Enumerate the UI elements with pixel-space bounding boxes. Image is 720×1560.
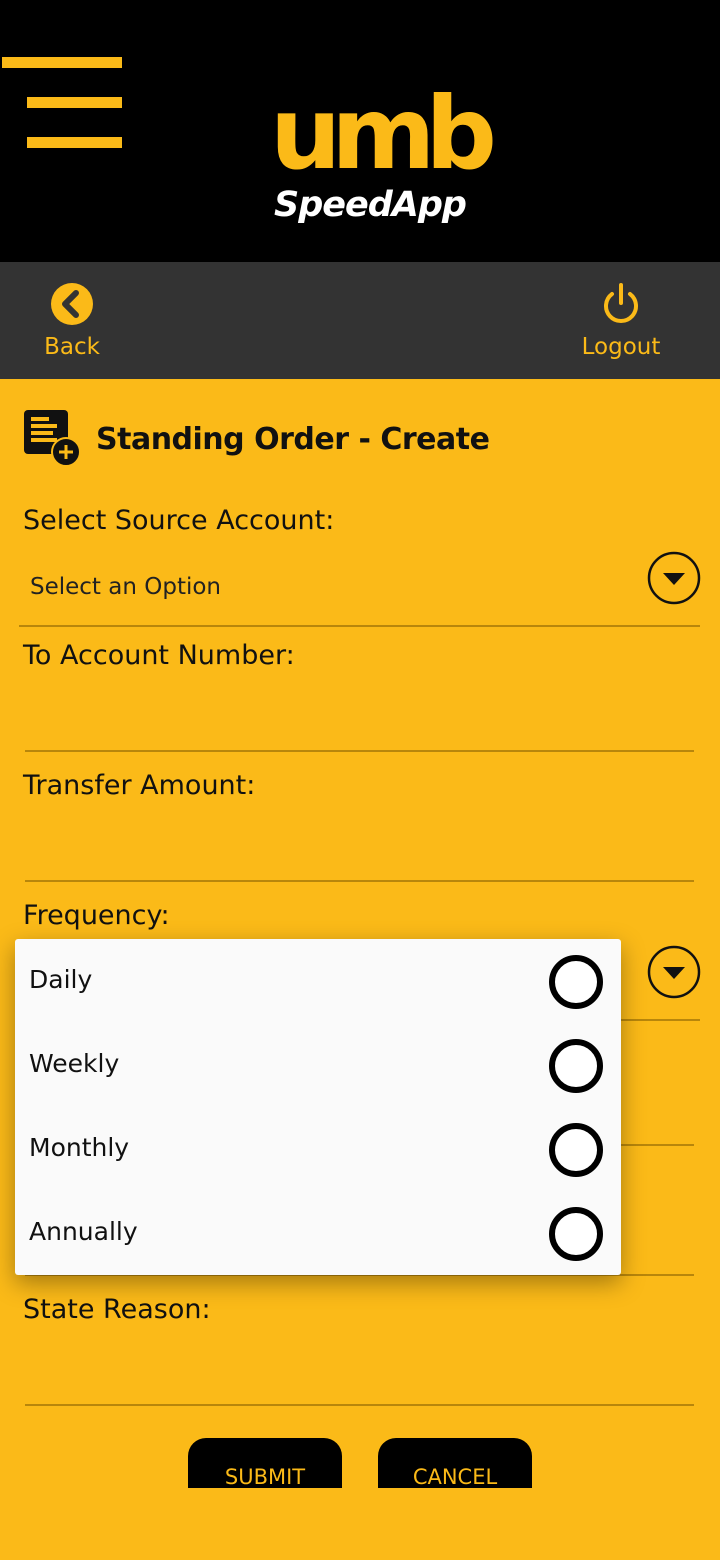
reason-label: State Reason: (23, 1294, 211, 1325)
page-header: Standing Order - Create (22, 408, 490, 470)
logo-word: umb (270, 75, 497, 192)
logout-label: Logout (581, 334, 661, 360)
power-icon (604, 283, 638, 323)
frequency-label: Frequency: (23, 900, 170, 931)
radio-button[interactable] (549, 955, 603, 1009)
frequency-popup: Daily Weekly Monthly Annually (15, 939, 621, 1275)
amount-input[interactable] (23, 830, 693, 874)
submit-button[interactable]: SUBMIT (188, 1438, 342, 1488)
back-button[interactable]: Back (40, 280, 104, 360)
radio-button[interactable] (549, 1207, 603, 1261)
to-account-input[interactable] (23, 700, 693, 744)
to-account-underline (25, 750, 694, 752)
menu-icon-line (27, 137, 122, 148)
standing-order-add-icon (24, 410, 81, 467)
app-logo: umb SpeedApp (270, 84, 497, 234)
option-label: Monthly (29, 1133, 130, 1162)
reason-underline (25, 1404, 694, 1406)
back-arrow-icon (51, 283, 93, 325)
source-account-label: Select Source Account: (23, 505, 335, 536)
frequency-option-annually[interactable]: Annually (15, 1191, 621, 1275)
menu-icon-line (27, 97, 122, 108)
frequency-option-weekly[interactable]: Weekly (15, 1023, 621, 1107)
cancel-button[interactable]: CANCEL (378, 1438, 532, 1488)
to-account-label: To Account Number: (23, 640, 295, 671)
menu-icon-line (2, 57, 122, 68)
chevron-down-icon[interactable] (646, 944, 702, 1000)
logout-button[interactable]: Logout (576, 280, 666, 360)
logo-subtitle: SpeedApp (274, 185, 467, 225)
amount-label: Transfer Amount: (23, 770, 256, 801)
frequency-option-daily[interactable]: Daily (15, 939, 621, 1023)
radio-button[interactable] (549, 1039, 603, 1093)
app-header: umb SpeedApp (0, 0, 720, 262)
submit-label: SUBMIT (224, 1465, 306, 1488)
radio-button[interactable] (549, 1123, 603, 1177)
menu-icon[interactable] (0, 52, 126, 152)
source-account-underline (19, 625, 700, 627)
option-label: Weekly (29, 1049, 120, 1078)
chevron-down-icon[interactable] (646, 550, 702, 606)
frequency-option-monthly[interactable]: Monthly (15, 1107, 621, 1191)
cancel-label: CANCEL (412, 1465, 498, 1488)
amount-underline (25, 880, 694, 882)
back-label: Back (44, 334, 100, 360)
source-account-select[interactable]: Select an Option (30, 574, 221, 600)
page-title: Standing Order - Create (96, 421, 490, 457)
reason-input[interactable] (23, 1352, 693, 1396)
option-label: Annually (29, 1217, 138, 1246)
option-label: Daily (29, 965, 93, 994)
nav-bar: Back Logout (0, 262, 720, 379)
